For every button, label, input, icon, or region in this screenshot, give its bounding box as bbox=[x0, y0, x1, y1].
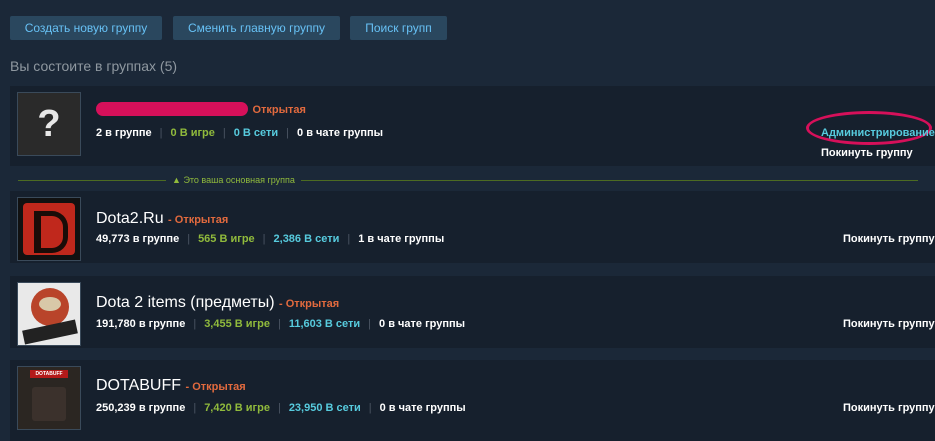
leave-group-link[interactable]: Покинуть группу bbox=[843, 318, 935, 330]
primary-group-label: ▲ Это ваша основная группа bbox=[166, 174, 301, 186]
group-name-text: Dota 2 items (предметы) bbox=[96, 294, 275, 311]
leave-group-link[interactable]: Покинуть группу bbox=[843, 402, 935, 414]
group-stats: 191,780 в группе | 3,455 В игре | 11,603 В с… bbox=[96, 318, 466, 330]
group-row-primary: ? Открытая 2 в группе | 0 В игре | 0 В сети |… bbox=[10, 86, 935, 166]
chat-count: 1 в чате группы bbox=[358, 233, 445, 245]
group-status: - Открытая bbox=[168, 214, 229, 226]
leave-group-link[interactable]: Покинуть группу bbox=[843, 233, 935, 245]
redaction-scribble bbox=[96, 101, 248, 116]
group-stats: 2 в группе | 0 В игре | 0 В сети | 0 в чате гр… bbox=[96, 127, 384, 139]
group-row: Dota2.Ru - Открытая 49,773 в группе | 565 … bbox=[10, 191, 935, 263]
chat-count: 0 в чате группы bbox=[379, 402, 466, 414]
search-groups-button[interactable]: Поиск групп bbox=[350, 16, 447, 40]
dotabuff-logo-text: DOTABUFF bbox=[30, 370, 68, 378]
question-mark-icon: ? bbox=[37, 103, 61, 145]
member-count: 250,239 в группе bbox=[96, 402, 186, 414]
dota-emblem-icon bbox=[32, 387, 66, 421]
in-game-count: 0 В игре bbox=[170, 127, 215, 139]
dota2ru-logo[interactable] bbox=[17, 197, 81, 261]
group-status: - Открытая bbox=[185, 381, 246, 393]
online-count: 23,950 В сети bbox=[288, 402, 361, 414]
online-count: 0 В сети bbox=[233, 127, 279, 139]
arrow-up-icon: ▲ bbox=[172, 175, 181, 185]
group-name-text: DOTABUFF bbox=[96, 377, 182, 394]
group-name-text: Dota2.Ru bbox=[96, 210, 164, 227]
in-game-count: 3,455 В игре bbox=[204, 318, 270, 330]
group-name[interactable]: Открытая bbox=[96, 100, 306, 118]
group-name[interactable]: Dota 2 items (предметы) - Открытая bbox=[96, 294, 339, 312]
online-count: 2,386 В сети bbox=[273, 233, 340, 245]
groups-count-heading: Вы состоите в группах (5) bbox=[10, 58, 178, 74]
chat-count: 0 в чате группы bbox=[297, 127, 384, 139]
leave-group-link[interactable]: Покинуть группу bbox=[821, 147, 913, 159]
group-avatar-placeholder[interactable]: ? bbox=[17, 92, 81, 156]
member-count: 49,773 в группе bbox=[96, 233, 180, 245]
dota2ru-logo-d-icon bbox=[23, 203, 75, 255]
online-count: 11,603 В сети bbox=[288, 318, 361, 330]
create-group-button[interactable]: Создать новую группу bbox=[10, 16, 162, 40]
group-status: Открытая bbox=[252, 104, 306, 116]
member-count: 191,780 в группе bbox=[96, 318, 186, 330]
group-row: Dota 2 items (предметы) - Открытая 191,7… bbox=[10, 276, 935, 348]
primary-group-divider bbox=[18, 180, 918, 181]
member-count: 2 в группе bbox=[96, 127, 152, 139]
administration-link[interactable]: Администрирование bbox=[821, 127, 935, 139]
group-name[interactable]: DOTABUFF - Открытая bbox=[96, 377, 246, 395]
in-game-count: 7,420 В игре bbox=[204, 402, 270, 414]
dota2-items-logo[interactable] bbox=[17, 282, 81, 346]
group-name[interactable]: Dota2.Ru - Открытая bbox=[96, 210, 228, 228]
group-stats: 49,773 в группе | 565 В игре | 2,386 В сети |… bbox=[96, 233, 445, 245]
dotabuff-logo[interactable]: DOTABUFF bbox=[17, 366, 81, 430]
in-game-count: 565 В игре bbox=[198, 233, 255, 245]
change-primary-group-button[interactable]: Сменить главную группу bbox=[173, 16, 340, 40]
chat-count: 0 в чате группы bbox=[379, 318, 466, 330]
group-stats: 250,239 в группе | 7,420 В игре | 23,950 В с… bbox=[96, 402, 466, 414]
group-status: - Открытая bbox=[279, 298, 340, 310]
group-row: DOTABUFF DOTABUFF - Открытая 250,239 в г… bbox=[10, 360, 935, 441]
